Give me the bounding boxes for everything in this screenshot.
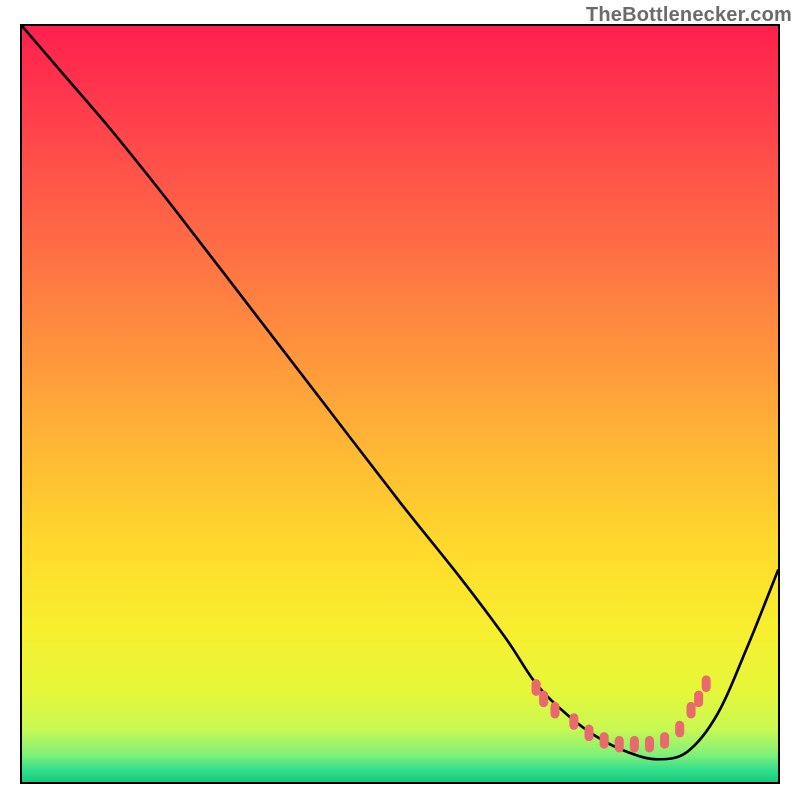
highlight-dot (550, 702, 559, 719)
watermark-text: TheBottlenecker.com (586, 4, 792, 27)
highlight-dot (630, 736, 639, 753)
highlight-dot (694, 691, 703, 708)
highlight-dot (660, 732, 669, 749)
highlight-dot (569, 713, 578, 730)
highlight-dot (687, 702, 696, 719)
highlight-dot (532, 679, 541, 696)
highlight-dot (702, 675, 711, 692)
highlight-dot (645, 736, 654, 753)
plot-area (20, 24, 780, 784)
highlight-dot (600, 732, 609, 749)
highlight-dot (675, 721, 684, 738)
bottleneck-curve (22, 26, 778, 759)
curve-layer (22, 26, 778, 782)
chart-stage: TheBottlenecker.com (0, 0, 800, 800)
marker-group (532, 675, 711, 752)
highlight-dot (539, 691, 548, 708)
highlight-dot (584, 725, 593, 742)
highlight-dot (615, 736, 624, 753)
